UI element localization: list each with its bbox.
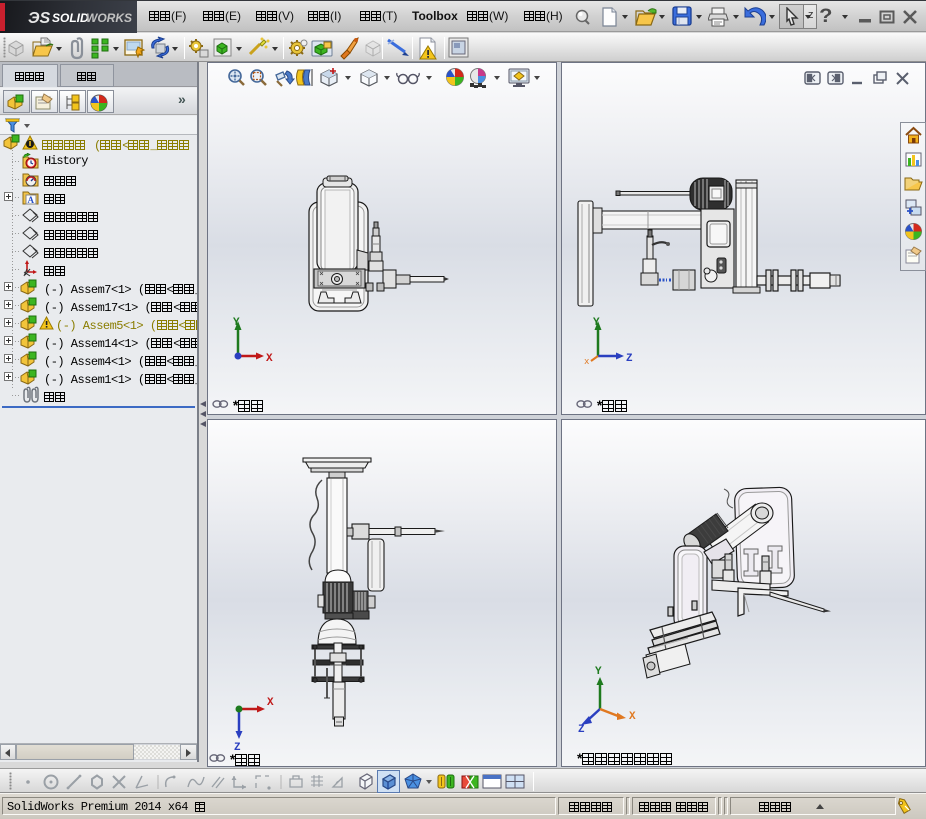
svg-text:X: X <box>267 697 274 709</box>
svg-text:WORKS: WORKS <box>86 11 132 25</box>
svg-text:Z: Z <box>626 353 633 365</box>
svg-text:SOLID: SOLID <box>52 11 89 25</box>
svg-text:Y: Y <box>593 317 600 329</box>
svg-text:x: x <box>584 357 589 367</box>
svg-text:X: X <box>629 711 636 723</box>
svg-text:ЭS: ЭS <box>28 10 51 27</box>
svg-text:Y: Y <box>233 317 240 329</box>
svg-text:Y: Y <box>595 666 602 678</box>
svg-text:X: X <box>266 353 273 365</box>
svg-text:Z: Z <box>578 724 585 736</box>
svg-text:A: A <box>28 195 35 205</box>
